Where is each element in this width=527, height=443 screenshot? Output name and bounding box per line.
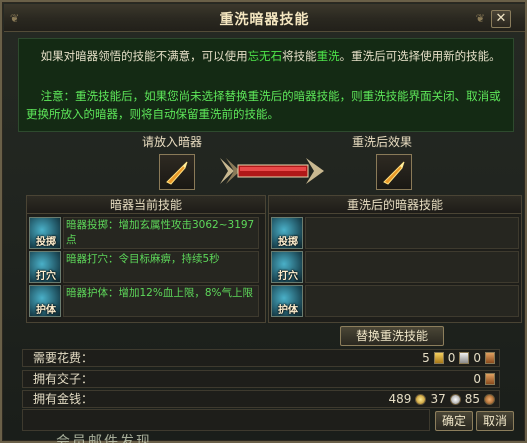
cost-label: 需要花费： [33,351,94,365]
new-skill-slot [305,217,519,249]
throw-skill-icon[interactable]: 投掷 [271,217,303,249]
cancel-button[interactable]: 取消 [476,411,514,431]
money-silver-value: 37 [430,392,446,406]
gold-ingot-icon [433,352,444,364]
result-slot-label: 重洗后效果 [351,135,412,149]
new-skills-header: 重洗后的暗器技能 [269,196,521,214]
jiaozi-label: 拥有交子： [33,372,94,386]
arrow-right-icon [220,158,324,184]
notice-item-name: 忘无石 [247,49,283,63]
notice-text-pre: 如果对暗器领悟的技能不满意，可以使用 [40,49,248,63]
notice-text-mid: 将技能 [282,49,317,63]
gold-coin-icon [415,393,427,405]
notice-panel: 如果对暗器领悟的技能不满意，可以使用忘无石将技能重洗。重洗后可选择使用新的技能。… [18,38,514,132]
ornament-right-icon: ❦ [475,12,485,25]
cost-gold-value: 5 [422,351,430,365]
money-row: 拥有金钱： 489 37 85 [22,390,500,408]
input-slot-label: 请放入暗器 [141,135,202,149]
result-slot [376,154,412,190]
jiaozi-icon [485,373,495,385]
money-gold-value: 489 [388,392,412,406]
bottom-info-strip [22,409,430,431]
input-slot[interactable] [159,154,195,190]
title-bar[interactable]: ❦ 重洗暗器技能 ❦ ✕ [4,4,525,32]
notice-paragraph-2: 注意：重洗技能后，如果您尚未选择替换重洗后的暗器技能，则重洗技能界面关闭、取消或… [26,87,510,123]
close-button[interactable]: ✕ [491,10,511,28]
guard-skill-icon[interactable]: 护体 [271,285,303,317]
current-skill-desc: 暗器护体：增加12%血上限，8%气上限 [63,285,259,317]
acupoint-skill-icon[interactable]: 打穴 [29,251,61,283]
replace-skill-button[interactable]: 替换重洗技能 [340,326,444,346]
hidden-weapon-icon [383,161,405,185]
jiaozi-row: 拥有交子： 0 [22,370,500,388]
notice-text-post: 。重洗后可选择使用新的技能。 [339,49,501,63]
confirm-button[interactable]: 确定 [435,411,473,431]
copper-coin-icon [484,393,495,405]
current-skill-desc: 暗器投掷：增加玄属性攻击3062~3197点 [63,217,259,249]
hidden-weapon-icon [166,161,188,185]
money-label: 拥有金钱： [33,392,94,406]
current-skills-header: 暗器当前技能 [27,196,265,214]
new-skill-slot [305,251,519,283]
dialog-title: 重洗暗器技能 [219,12,310,28]
new-skills-panel: 重洗后的暗器技能 投掷 打穴 护体 [268,195,522,323]
new-skill-slot [305,285,519,317]
throw-skill-icon[interactable]: 投掷 [29,217,61,249]
reforge-dialog: ❦ 重洗暗器技能 ❦ ✕ 如果对暗器领悟的技能不满意，可以使用忘无石将技能重洗。… [0,0,527,443]
current-skills-panel: 暗器当前技能 投掷 暗器投掷：增加玄属性攻击3062~3197点 打穴 暗器打穴… [26,195,266,323]
copper-ingot-icon [485,352,495,364]
silver-ingot-icon [459,352,470,364]
guard-skill-icon[interactable]: 护体 [29,285,61,317]
acupoint-skill-icon[interactable]: 打穴 [271,251,303,283]
cost-silver-value: 0 [447,351,456,365]
notice-action-name: 重洗 [316,49,340,63]
money-copper-value: 85 [464,392,480,406]
notice-warning: 注意：重洗技能后，如果您尚未选择替换重洗后的暗器技能，则重洗技能界面关闭、取消或… [26,89,501,121]
notice-paragraph-1: 如果对暗器领悟的技能不满意，可以使用忘无石将技能重洗。重洗后可选择使用新的技能。 [26,47,510,65]
cost-copper-value: 0 [473,351,481,365]
background-game-text: 会员邮件发现 [56,434,152,443]
jiaozi-value: 0 [473,372,481,386]
cost-row: 需要花费： 5 0 0 [22,349,500,367]
silver-coin-icon [449,393,461,405]
current-skill-desc: 暗器打穴：令目标麻痹，持续5秒 [63,251,259,283]
